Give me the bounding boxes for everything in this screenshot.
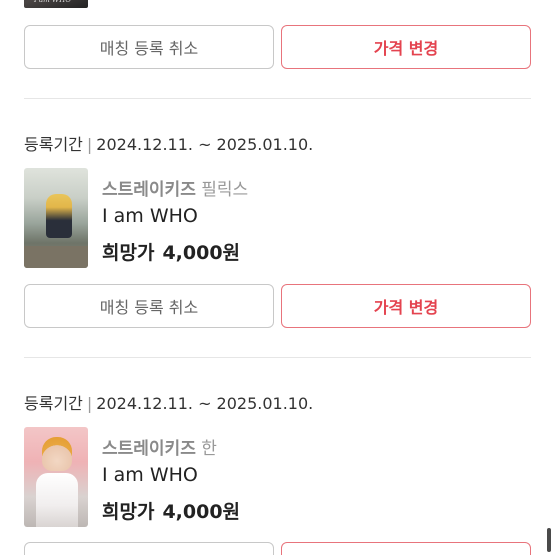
group-name: 스트레이키즈 <box>102 439 196 459</box>
member-name: 한 <box>201 439 217 459</box>
price-label: 희망가 <box>102 242 155 264</box>
member-name: 필릭스 <box>201 180 249 200</box>
cancel-matching-button[interactable]: 매칭 등록 취소 <box>24 284 274 328</box>
period-value: 2024.12.11. ~ 2025.01.10. <box>96 135 314 154</box>
period-separator: | <box>86 394 93 413</box>
listing-page: I am WHO 매칭 등록 취소 가격 변경 등록기간 | 2024.12.11.… <box>0 0 555 555</box>
period-label: 등록기간 <box>24 394 83 413</box>
period-value: 2024.12.11. ~ 2025.01.10. <box>96 394 314 413</box>
desired-price: 희망가 4,000원 <box>102 497 240 524</box>
desired-price: 희망가 4,000원 <box>102 238 240 265</box>
change-price-button[interactable]: 가격 변경 <box>281 284 531 328</box>
price-value: 4,000원 <box>162 501 241 523</box>
cancel-matching-button[interactable] <box>24 542 274 555</box>
divider <box>24 357 531 358</box>
divider <box>24 98 531 99</box>
photocard-thumbnail[interactable]: I am WHO <box>24 0 88 8</box>
photocard-thumbnail[interactable] <box>24 168 88 268</box>
album-title: I am WHO <box>102 464 198 486</box>
registration-period: 등록기간 | 2024.12.11. ~ 2025.01.10. <box>24 131 313 155</box>
registration-period: 등록기간 | 2024.12.11. ~ 2025.01.10. <box>24 390 313 414</box>
price-label: 희망가 <box>102 501 155 523</box>
period-label: 등록기간 <box>24 135 83 154</box>
artist-name: 스트레이키즈 필릭스 <box>102 175 248 200</box>
change-price-button[interactable] <box>281 542 531 555</box>
thumbnail-signature: I am WHO <box>34 0 72 4</box>
group-name: 스트레이키즈 <box>102 180 196 200</box>
change-price-button[interactable]: 가격 변경 <box>281 25 531 69</box>
period-separator: | <box>86 135 93 154</box>
album-title: I am WHO <box>102 205 198 227</box>
price-value: 4,000원 <box>162 242 241 264</box>
photocard-thumbnail[interactable] <box>24 427 88 527</box>
cancel-matching-button[interactable]: 매칭 등록 취소 <box>24 25 274 69</box>
scrollbar[interactable] <box>547 528 551 552</box>
artist-name: 스트레이키즈 한 <box>102 434 217 459</box>
